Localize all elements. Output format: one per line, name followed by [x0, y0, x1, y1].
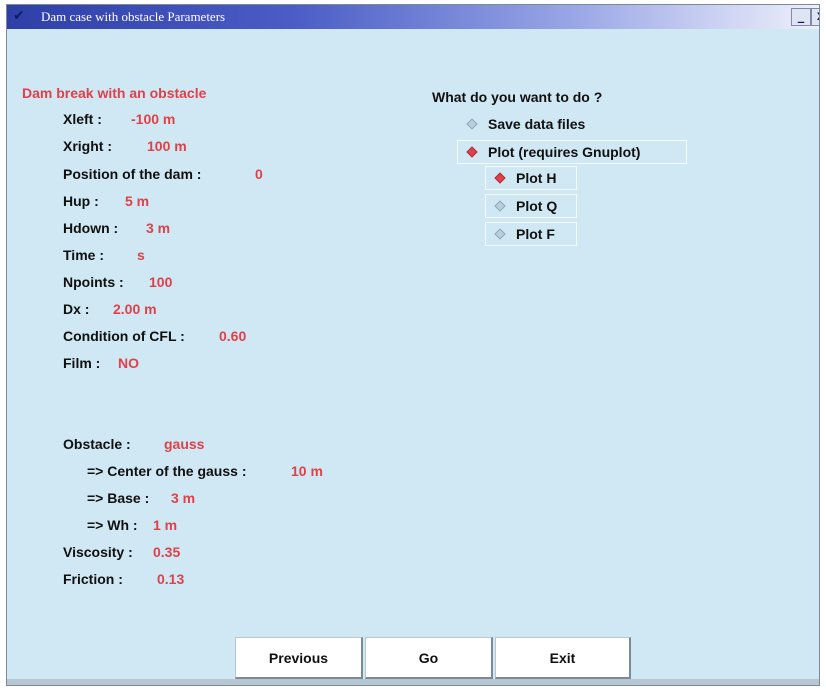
minimize-button[interactable]: _ — [791, 8, 811, 26]
radio-indicator-icon — [494, 228, 506, 240]
save-data-files-label: Save data files — [488, 116, 586, 132]
gauss-center-label: => Center of the gauss : — [87, 463, 247, 479]
radio-indicator-icon — [494, 200, 506, 212]
title-bar[interactable]: ✔ Dam case with obstacle Parameters _ x — [7, 5, 819, 29]
obstacle-label: Obstacle : — [63, 436, 131, 452]
cfl-label: Condition of CFL : — [63, 328, 185, 344]
dam-position-label: Position of the dam : — [63, 166, 202, 182]
radio-selected-icon — [494, 172, 506, 184]
base-label: => Base : — [87, 490, 150, 506]
viscosity-value: 0.35 — [153, 544, 181, 560]
plot-h-radio[interactable]: Plot H — [485, 166, 577, 190]
wh-label: => Wh : — [87, 517, 138, 533]
hdown-value: 3 m — [146, 220, 171, 236]
friction-label: Friction : — [63, 571, 123, 587]
viscosity-label: Viscosity : — [63, 544, 133, 560]
hup-label: Hup : — [63, 193, 99, 209]
time-label: Time : — [63, 247, 104, 263]
radio-indicator-icon — [466, 118, 478, 130]
params-heading: Dam break with an obstacle — [22, 85, 207, 101]
dx-value: 2.00 m — [113, 301, 157, 317]
friction-value: 0.13 — [157, 571, 185, 587]
plot-f-label: Plot F — [516, 226, 555, 242]
plot-q-radio[interactable]: Plot Q — [485, 194, 577, 218]
wh-value: 1 m — [153, 517, 178, 533]
save-data-files-radio[interactable]: Save data files — [457, 112, 687, 136]
film-label: Film : — [63, 355, 101, 371]
gauss-center-value: 10 m — [291, 463, 323, 479]
dam-position-value: 0 — [255, 166, 263, 182]
plot-h-label: Plot H — [516, 170, 557, 186]
previous-button[interactable]: Previous — [235, 637, 363, 679]
window-bottom-border — [7, 679, 819, 685]
exit-button[interactable]: Exit — [495, 637, 631, 679]
npoints-label: Npoints : — [63, 274, 124, 290]
dx-label: Dx : — [63, 301, 90, 317]
window-title: Dam case with obstacle Parameters — [41, 9, 226, 24]
radio-selected-icon — [466, 146, 478, 158]
plot-q-label: Plot Q — [516, 198, 558, 214]
npoints-value: 100 — [149, 274, 173, 290]
plot-gnuplot-label: Plot (requires Gnuplot) — [488, 144, 641, 160]
obstacle-value: gauss — [164, 436, 205, 452]
cfl-value: 0.60 — [219, 328, 247, 344]
xright-label: Xright : — [63, 138, 112, 154]
base-value: 3 m — [171, 490, 196, 506]
dam-parameters-window: ✔ Dam case with obstacle Parameters _ x … — [6, 4, 820, 686]
close-button[interactable]: x — [811, 8, 819, 26]
plot-f-radio[interactable]: Plot F — [485, 222, 577, 246]
window-menu-icon[interactable]: ✔ — [13, 7, 29, 25]
film-value: NO — [118, 355, 139, 371]
go-button[interactable]: Go — [365, 637, 493, 679]
xright-value: 100 m — [147, 138, 187, 154]
xleft-label: Xleft : — [63, 111, 102, 127]
xleft-value: -100 m — [131, 111, 176, 127]
hup-value: 5 m — [125, 193, 150, 209]
plot-gnuplot-radio[interactable]: Plot (requires Gnuplot) — [457, 140, 687, 164]
action-question: What do you want to do ? — [432, 89, 603, 105]
time-value: s — [137, 247, 145, 263]
hdown-label: Hdown : — [63, 220, 119, 236]
